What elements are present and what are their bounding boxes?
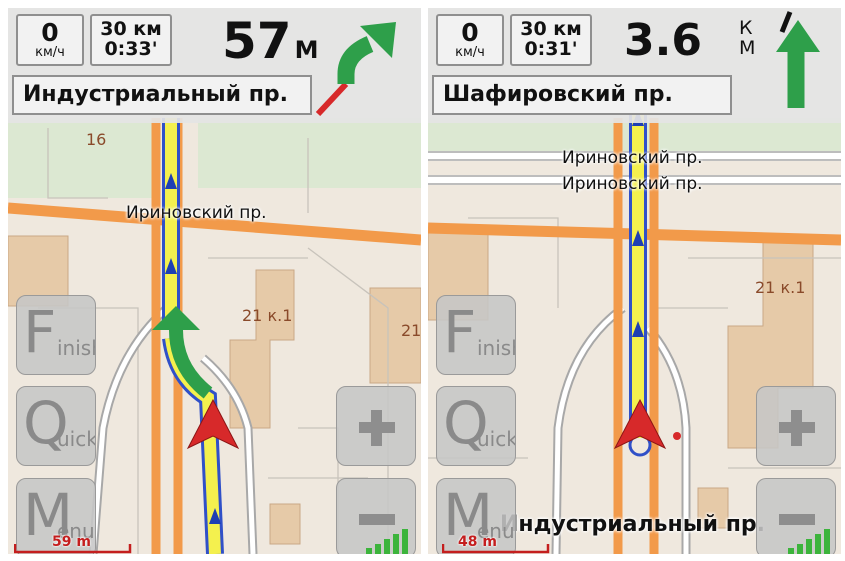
plus-icon <box>359 410 395 446</box>
quick-button[interactable]: Q uick <box>436 386 516 466</box>
zoom-in-button[interactable] <box>336 386 416 466</box>
finish-button[interactable]: F inish <box>436 295 516 375</box>
scale-bar <box>14 544 132 554</box>
map-scale: 59 m <box>14 534 132 554</box>
finish-button[interactable]: F inish <box>16 295 96 375</box>
quick-button-label: uick <box>477 427 516 451</box>
quick-button[interactable]: Q uick <box>16 386 96 466</box>
current-street: Шафировский пр. <box>432 75 732 115</box>
turn-right-arrow-icon <box>315 22 396 116</box>
speed-value: 0 <box>461 18 479 47</box>
navigation-screen-left: Ириновский пр. 16 21 к.1 21 0 км/ч 30 км… <box>8 8 421 554</box>
next-turn-distance-unit-top: К <box>739 17 753 39</box>
next-turn-distance-value: 3.6 <box>624 15 702 66</box>
gps-signal-icon <box>788 529 830 554</box>
finish-button-letter: F <box>23 298 57 366</box>
current-street: Индустриальный пр. <box>12 75 312 115</box>
next-turn-distance-unit-bottom: М <box>739 37 756 59</box>
speed-display: 0 км/ч <box>436 14 504 66</box>
route-distance: 30 км <box>520 18 582 40</box>
next-turn-distance-value: 57 <box>222 12 292 70</box>
plus-icon <box>779 410 815 446</box>
route-summary[interactable]: 30 км 0:33' <box>90 14 172 66</box>
map-street-label: Ириновский пр. <box>562 174 703 194</box>
finish-button-label: inish <box>477 336 515 360</box>
map-house-number: 21 к.1 <box>755 278 806 297</box>
map-house-number: 21 к.1 <box>242 306 293 325</box>
route-distance: 30 км <box>100 18 162 40</box>
speed-unit: км/ч <box>35 45 65 60</box>
speed-value: 0 <box>41 18 59 47</box>
next-turn-distance: 3.6 К М <box>624 12 755 70</box>
map-street-label: Ириновский пр. <box>126 203 267 223</box>
zoom-in-button[interactable] <box>756 386 836 466</box>
map-scale: 48 m <box>442 534 550 554</box>
finish-button-letter: F <box>443 298 477 366</box>
gps-signal-icon <box>366 529 408 554</box>
route-summary[interactable]: 30 км 0:31' <box>510 14 592 66</box>
map-house-number: 16 <box>86 130 107 149</box>
route-time: 0:31' <box>524 38 578 60</box>
finish-button-label: inish <box>57 336 95 360</box>
next-turn-distance: 57 М <box>222 12 318 70</box>
navigation-info-bar: 0 км/ч 30 км 0:33' 57 М Индустриальный пр… <box>8 8 421 123</box>
map-street-label: Ириновский пр. <box>562 148 703 168</box>
navigation-info-bar: 0 км/ч 30 км 0:31' 3.6 К М Шафировский п… <box>428 8 841 123</box>
speed-unit: км/ч <box>455 45 485 60</box>
navigation-screen-right: Ириновский пр. Ириновский пр. 21 к.1 Инд… <box>428 8 841 554</box>
quick-button-label: uick <box>57 427 96 451</box>
speed-display: 0 км/ч <box>16 14 84 66</box>
scale-bar <box>442 544 550 554</box>
straight-arrow-icon <box>776 11 820 108</box>
map-house-number: 21 <box>401 321 421 340</box>
route-time: 0:33' <box>104 38 158 60</box>
